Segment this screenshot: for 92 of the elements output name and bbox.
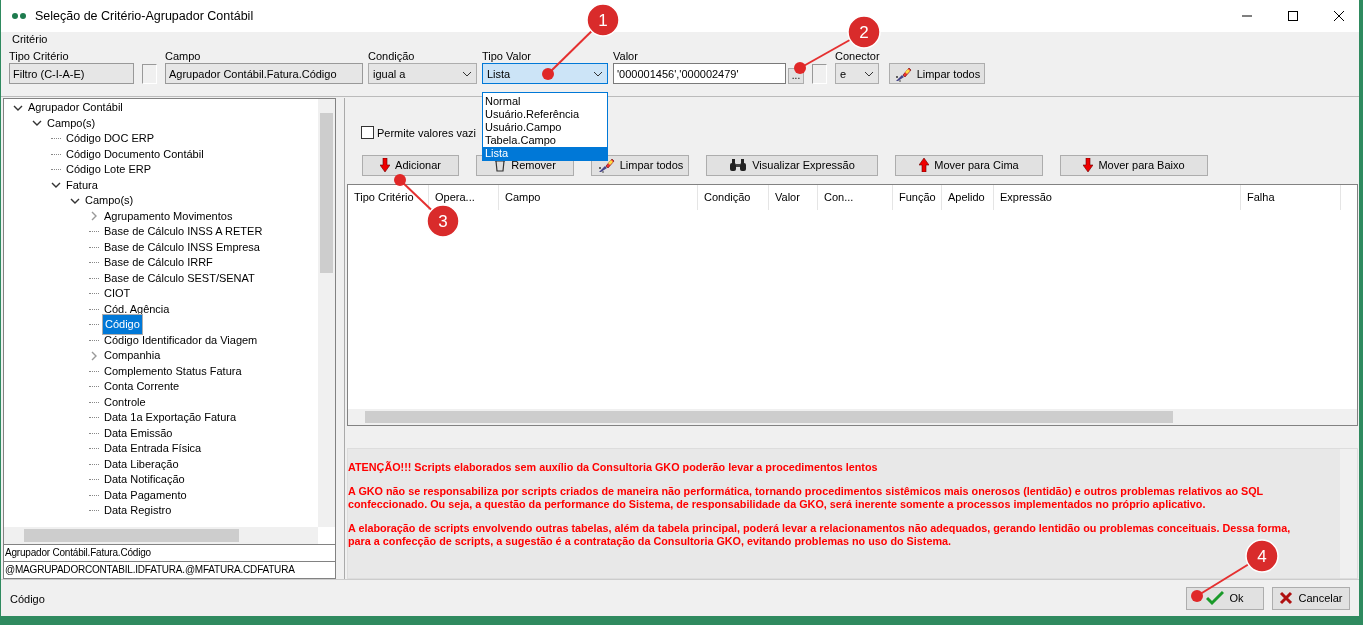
tree-item[interactable]: Base de Cálculo SEST/SENAT [102,270,257,286]
tree-item[interactable]: Base de Cálculo INSS Empresa [102,239,262,255]
chevron-down-icon [864,70,874,77]
horizontal-scrollbar[interactable] [4,527,318,544]
window-title: Seleção de Critério-Agrupador Contábil [35,8,254,23]
field-label: Campo [165,50,202,62]
criterion-type-field[interactable]: Filtro (C-I-A-E) [9,63,134,84]
tree-item[interactable]: Código Documento Contábil [64,146,206,162]
add-button[interactable]: Adicionar [362,154,459,176]
tree-item[interactable]: Base de Cálculo IRRF [102,255,215,271]
down-arrow-icon [1083,158,1094,173]
path-text: @MAGRUPADORCONTABIL.IDFATURA.@MFATURA.CDFATURA [3,562,336,579]
clear-button[interactable]: Limpar todos [591,154,689,176]
warning-text: ATENÇÃO!!! Scripts elaborados sem auxílio da Consultoria GKO poderão levar a procedimentos lentos [348,460,879,474]
cross-icon [1279,591,1294,605]
column-header[interactable]: Apelido [942,184,994,210]
checkmark-icon [1206,590,1225,606]
down-button[interactable]: Mover para Baixo [1060,154,1208,176]
value-type-dropdown[interactable]: Lista [482,63,608,84]
checkbox[interactable] [361,126,374,140]
column-header[interactable]: Campo [499,184,698,210]
checkbox-label: Permite valores vazi [377,126,477,139]
horizontal-scrollbar[interactable] [348,408,1357,425]
connector-dropdown[interactable]: e [835,63,879,84]
tree-item[interactable]: Companhia [102,348,163,364]
up-arrow-icon [919,158,930,173]
group-label: Critério [12,33,48,45]
view-button[interactable]: Visualizar Expressão [706,154,878,176]
ok-button[interactable]: Ok [1186,586,1264,610]
tree-item[interactable]: Base de Cálculo INSS A RETER [102,224,265,240]
collapsed-chevron-icon[interactable] [89,211,99,222]
eraser-icon [596,157,615,174]
field-label: Valor [613,50,639,62]
field-label: Tipo Critério [9,50,70,62]
tree-item[interactable]: Agrupador Contábil [26,100,125,116]
tree-item[interactable]: Campo(s) [45,115,98,131]
trash-icon [494,158,507,173]
collapsed-chevron-icon[interactable] [89,350,99,361]
field-label: Condição [368,50,416,62]
clear-all-button[interactable]: Limpar todos [888,63,986,84]
dropdown-option[interactable]: Lista [483,147,607,160]
tree-item[interactable]: Fatura [64,177,100,193]
tree-item[interactable]: Data Registro [102,503,174,519]
maximize-icon[interactable] [1287,9,1299,22]
tree-item[interactable]: Complemento Status Fatura [102,363,244,379]
dropdown-option[interactable]: Usuário.Referência [483,108,607,121]
dropdown-option[interactable]: Usuário.Campo [483,121,607,134]
eraser-icon [893,65,912,82]
app-icon [11,11,27,20]
dropdown-option[interactable]: Normal [483,95,607,108]
binoculars-icon [729,158,748,173]
tree-item[interactable]: Data 1a Exportação Fatura [102,410,239,426]
tree-item[interactable]: Data Entrada Física [102,441,204,457]
tree-item[interactable]: Código DOC ERP [64,131,157,147]
tree-item[interactable]: Agrupamento Movimentos [102,208,235,224]
tree-item[interactable]: Data Pagamento [102,487,189,503]
column-header[interactable]: Expressão [994,184,1241,210]
tree-item[interactable]: Controle [102,394,148,410]
path-text: Agrupador Contábil.Fatura.Código [3,545,336,562]
tree-item[interactable]: CIOT [102,286,133,302]
checkbox[interactable] [142,64,157,84]
column-header[interactable]: Falha [1241,184,1341,210]
value-field[interactable]: '000001456','000002479' [613,63,786,84]
chevron-down-icon [593,70,603,77]
tree-item[interactable]: Conta Corrente [102,379,182,395]
tree-item[interactable]: Campo(s) [83,193,136,209]
condition-dropdown[interactable]: igual a [368,63,477,84]
field-label: Conector [835,50,880,62]
tree-item[interactable]: Data Emissão [102,425,175,441]
close-icon[interactable] [1333,9,1345,22]
status-text: Código [10,592,45,605]
field-label: Tipo Valor [482,50,532,62]
chevron-down-icon [462,70,472,77]
dropdown-option[interactable]: Tabela.Campo [483,134,607,147]
tree-item[interactable]: Cód. Agência [102,301,172,317]
checkbox[interactable] [812,64,827,84]
tree-item[interactable]: Código [102,314,143,336]
column-header[interactable]: Con... [818,184,893,210]
field-path-field[interactable]: Agrupador Contábil.Fatura.Código [165,63,363,84]
cancel-button[interactable]: Cancelar [1272,586,1350,610]
column-header[interactable]: Valor [769,184,818,210]
vertical-scrollbar[interactable] [318,99,335,527]
tree-item[interactable]: Código Lote ERP [64,162,153,178]
tree-item[interactable]: Data Notificação [102,472,187,488]
column-header[interactable]: Condição [698,184,769,210]
warning-text: A GKO não se responsabiliza por scripts criados de maneira não performática, tornando procedimentos sistêmicos mais onerosos (lentidão) e outros problemas relativos ao SQL confeccionado. Ou seja, a questão da performance do Sistema, de responsabilidade da GKO, será inerente somente a processos implementados no próprio aplicativo. [348,484,1264,511]
up-button[interactable]: Mover para Cima [895,154,1043,176]
vertical-scrollbar[interactable] [1340,448,1357,578]
warning-text: A elaboração de scripts envolvendo outras tabelas, além da tabela principal, poderá levar a relacionamentos não adequados, gerando lentidão ou problemas conceituais. Dessa forma, para a confecção de scripts, a sugestão é a contratação da Consultoria GKO, evitando problemas no uso do Sistema. [348,521,1292,548]
down-arrow-icon [380,158,391,173]
column-header[interactable]: Função [893,184,942,210]
tree-item[interactable]: Data Liberação [102,456,181,472]
